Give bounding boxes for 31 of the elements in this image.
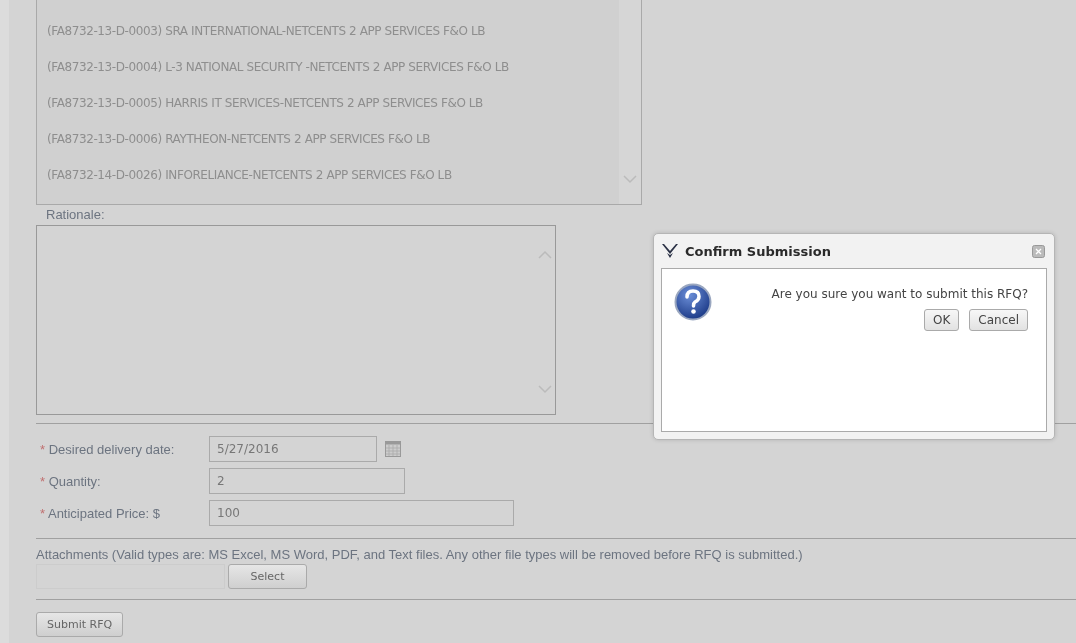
- chevron-down-icon[interactable]: [538, 385, 552, 394]
- question-icon: [674, 283, 712, 321]
- field-label: Quantity:: [48, 473, 101, 489]
- select-button[interactable]: Select: [228, 564, 307, 589]
- wings-icon: [661, 243, 679, 259]
- rationale-textarea[interactable]: [36, 225, 556, 415]
- input-field[interactable]: 5/27/2016: [209, 436, 377, 462]
- field-label: Desired delivery date:: [48, 441, 175, 457]
- dialog-button[interactable]: Cancel: [969, 309, 1028, 331]
- required-marker: *: [40, 505, 46, 521]
- list-item[interactable]: (FA8732-13-D-0005) HARRIS IT SERVICES-NETCENTS 2 APP SERVICES F&O LB: [47, 92, 619, 128]
- input-field[interactable]: 100: [209, 500, 514, 526]
- chevron-up-icon[interactable]: [538, 250, 552, 259]
- input-field[interactable]: 2: [209, 468, 405, 494]
- contract-listbox[interactable]: [36, 0, 642, 205]
- list-item[interactable]: (FA8732-14-D-0026) INFORELIANCE-NETCENTS 2 APP SERVICES F&O LB: [47, 164, 619, 200]
- calendar-icon[interactable]: [385, 441, 401, 457]
- list-item[interactable]: (FA8732-13-D-0004) L-3 NATIONAL SECURITY -NETCENTS 2 APP SERVICES F&O LB: [47, 56, 619, 92]
- list-item[interactable]: (FA8732-13-D-0006) RAYTHEON-NETCENTS 2 APP SERVICES F&O LB: [47, 128, 619, 164]
- chevron-down-icon[interactable]: [623, 175, 637, 184]
- dialog-title: Confirm Submission: [685, 243, 832, 259]
- list-item[interactable]: (FA8732-13-D-0003) SRA INTERNATIONAL-NETCENTS 2 APP SERVICES F&O LB: [47, 20, 619, 56]
- submit-button[interactable]: Submit RFQ: [36, 612, 124, 637]
- required-marker: *: [40, 441, 46, 457]
- required-marker: *: [40, 473, 46, 489]
- dialog-button[interactable]: OK: [924, 309, 960, 331]
- close-icon[interactable]: [1032, 244, 1045, 258]
- rationale-label: Rationale:: [46, 207, 105, 222]
- field-label: Anticipated Price: $: [47, 505, 160, 521]
- attachments-label: Attachments (Valid types are: MS Excel, MS Word, PDF, and Text files. Any other file types will be removed before RFQ is submitted.): [36, 547, 803, 562]
- dialog-message: Are you sure you want to submit this RFQ?: [771, 287, 1028, 301]
